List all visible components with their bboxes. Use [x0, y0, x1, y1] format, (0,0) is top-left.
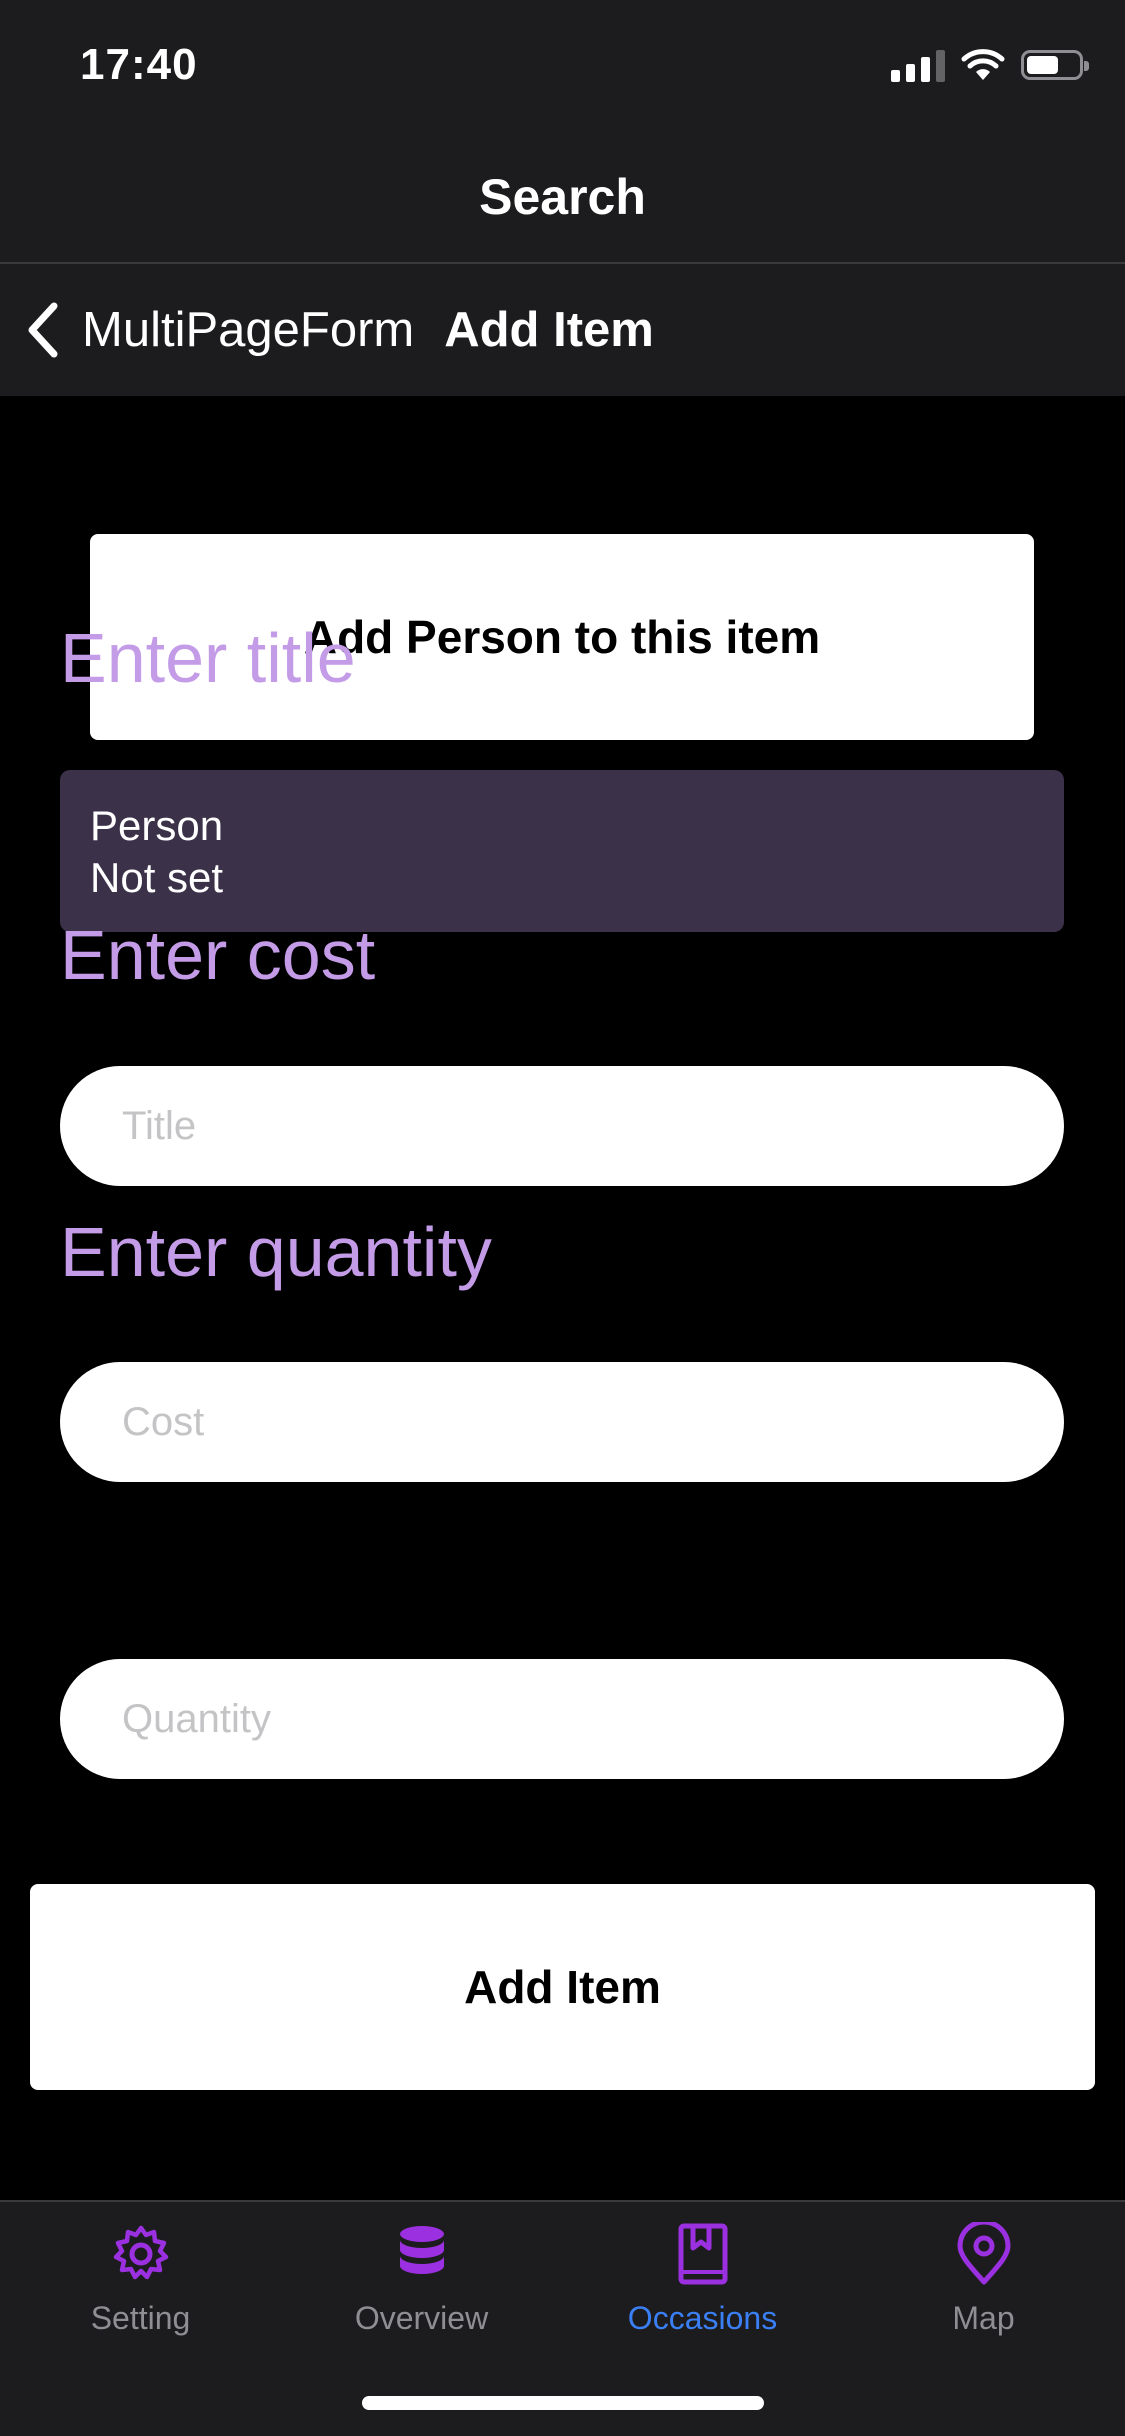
cellular-signal-icon [891, 48, 945, 82]
tab-label: Setting [90, 2300, 191, 2336]
navigation-bar: MultiPageForm Add Item [0, 264, 1125, 396]
nav-title: Add Item [444, 303, 654, 357]
title-bar: Search [0, 132, 1125, 264]
person-card: Person Not set [60, 770, 1064, 932]
bookmark-book-icon [678, 2223, 727, 2285]
title-field-label: Enter title [60, 619, 356, 697]
map-pin-icon [957, 2222, 1010, 2285]
battery-icon [1021, 50, 1089, 80]
tab-occasions[interactable]: Occasions [562, 2222, 843, 2337]
status-bar: 17:40 [0, 0, 1125, 132]
tab-label: Overview [354, 2300, 489, 2336]
wifi-icon [961, 49, 1005, 80]
person-card-value: Not set [90, 854, 224, 901]
tab-map[interactable]: Map [843, 2222, 1124, 2337]
quantity-field-label: Enter quantity [60, 1213, 492, 1291]
quantity-input[interactable] [60, 1659, 1064, 1779]
add-item-button[interactable]: Add Item [30, 1884, 1095, 2090]
status-icons [891, 48, 1089, 82]
chevron-left-icon [28, 302, 58, 358]
cost-input[interactable] [60, 1362, 1064, 1482]
status-time: 17:40 [80, 40, 198, 89]
tab-label: Map [952, 2300, 1015, 2336]
tab-setting[interactable]: Setting [0, 2222, 281, 2337]
person-card-title: Person [90, 802, 224, 849]
form-content: Add Person to this item Person Not set E… [0, 396, 1125, 2200]
back-button-label: MultiPageForm [82, 303, 415, 357]
title-input[interactable] [60, 1066, 1064, 1186]
back-button[interactable]: MultiPageForm [24, 300, 414, 360]
cost-field-label: Enter cost [60, 916, 376, 994]
gear-icon [113, 2225, 168, 2280]
database-icon [399, 2226, 444, 2274]
screen-title: Search [479, 169, 646, 225]
home-indicator[interactable] [362, 2396, 764, 2410]
tab-label: Occasions [627, 2300, 778, 2336]
tab-overview[interactable]: Overview [281, 2222, 562, 2337]
